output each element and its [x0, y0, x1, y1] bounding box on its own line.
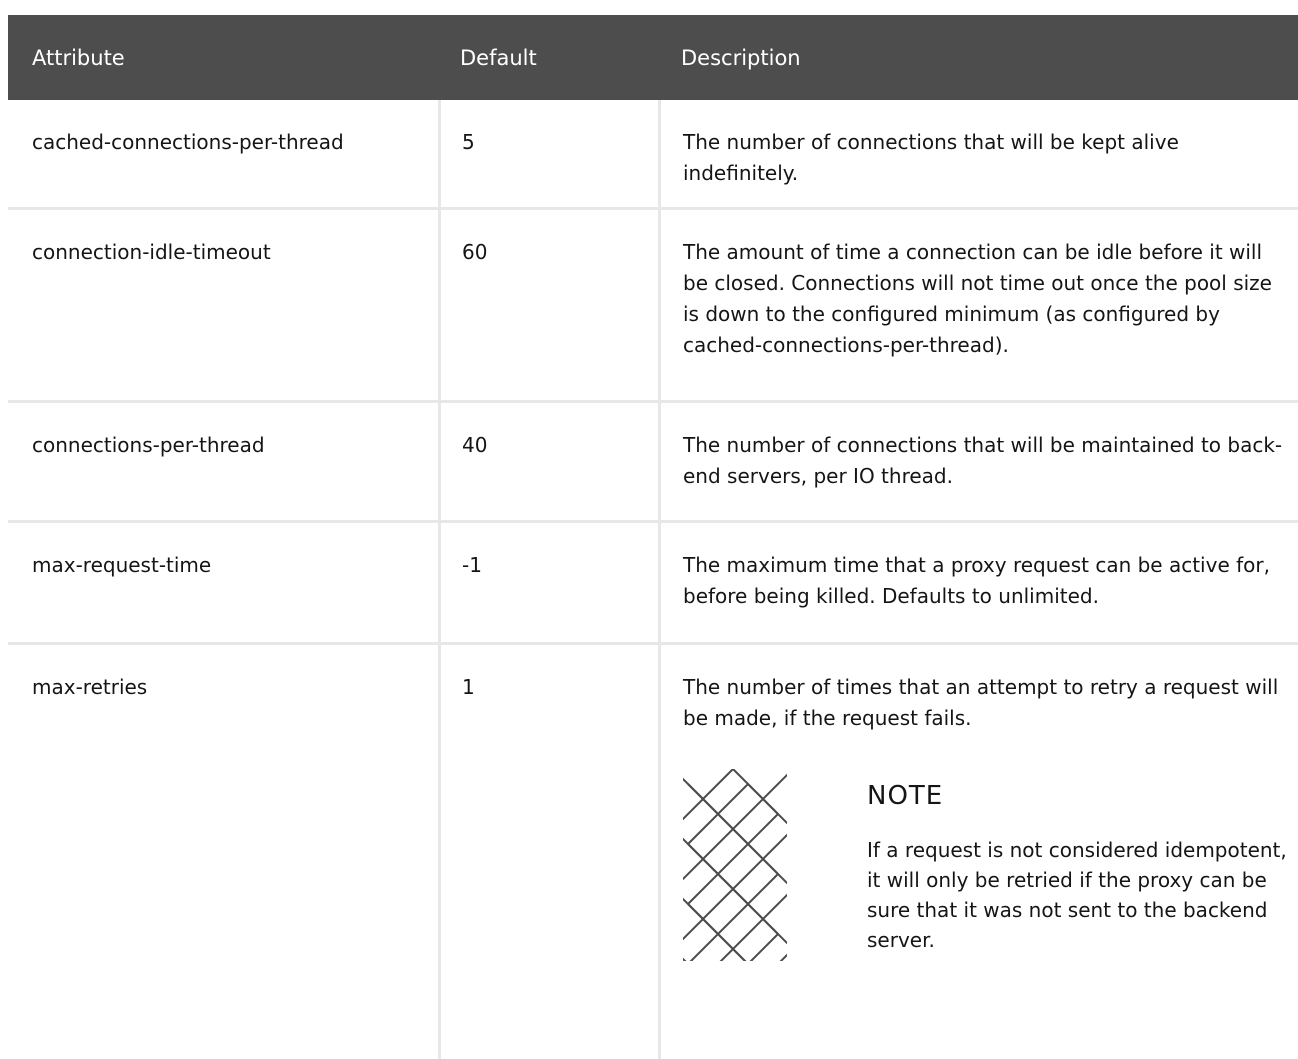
description-text: The number of times that an attempt to r… — [683, 675, 1279, 730]
note-title: NOTE — [867, 781, 944, 811]
attribute-cell: max-retries — [8, 645, 441, 1059]
note-pattern-icon — [683, 769, 787, 961]
table-row: connections-per-thread 40 The number of … — [8, 403, 1298, 523]
default-cell: 60 — [441, 210, 661, 400]
description-cell: The number of connections that will be m… — [683, 433, 1283, 488]
description-cell: The number of connections that will be k… — [683, 130, 1179, 185]
table-row: max-retries 1 The number of times that a… — [8, 645, 1298, 1059]
default-cell: 1 — [441, 645, 661, 1059]
default-cell: -1 — [441, 523, 661, 642]
table-row: connection-idle-timeout 60 The amount of… — [8, 210, 1298, 403]
note-admonition: NOTE If a request is not considered idem… — [683, 769, 1290, 961]
attribute-cell: cached-connections-per-thread — [8, 100, 441, 207]
description-cell: The maximum time that a proxy request ca… — [683, 553, 1270, 608]
description-cell: The amount of time a connection can be i… — [683, 240, 1272, 357]
table-row: max-request-time -1 The maximum time tha… — [8, 523, 1298, 645]
default-cell: 40 — [441, 403, 661, 520]
header-default: Default — [460, 45, 537, 70]
table-header: Attribute Default Description — [8, 15, 1298, 100]
attributes-table: Attribute Default Description cached-con… — [8, 15, 1298, 1059]
table-row: cached-connections-per-thread 5 The numb… — [8, 100, 1298, 210]
attribute-cell: connections-per-thread — [8, 403, 441, 520]
default-cell: 5 — [441, 100, 661, 207]
note-text: If a request is not considered idempoten… — [867, 838, 1287, 952]
note-body: NOTE If a request is not considered idem… — [867, 769, 1287, 961]
attribute-cell: connection-idle-timeout — [8, 210, 441, 400]
attribute-cell: max-request-time — [8, 523, 441, 642]
header-description: Description — [681, 45, 801, 70]
header-attribute: Attribute — [32, 45, 125, 70]
description-cell-with-note: The number of times that an attempt to r… — [661, 645, 1298, 1059]
